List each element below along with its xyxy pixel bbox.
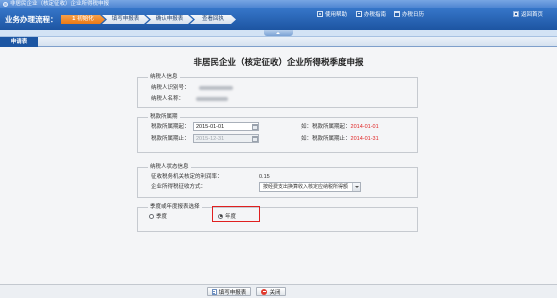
levy-method-label: 企业所得税征收方式： [151, 184, 207, 190]
taxpayer-name-label: 纳税人名称： [151, 96, 185, 102]
hint-example-date: 2014-01-31 [350, 136, 379, 142]
period-end-field [193, 134, 259, 143]
flow-label: 业务办理流程： [5, 15, 58, 24]
home-link-label: 返回首页 [521, 11, 544, 18]
form-title: 非居民企业（核定征收）企业所得税季度申报 [193, 57, 364, 67]
date-picker-icon[interactable] [252, 123, 258, 130]
calendar-icon [394, 10, 400, 17]
tab-bar: 申请表 [0, 37, 557, 47]
step-view-receipt[interactable]: 查看回执 [190, 15, 236, 24]
levy-method-select[interactable]: 按经费支出换算收入核定应纳税所得额 [259, 182, 361, 192]
fill-form-button-label: 填写申报表 [218, 289, 247, 296]
title-bar: 非居民企业（核定征收）企业所得税申报 [0, 0, 557, 8]
guide-link[interactable]: 办税指南 [356, 10, 387, 18]
period-start-field [193, 122, 259, 131]
period-start-input[interactable] [193, 122, 259, 131]
step-confirm-form[interactable]: 确认申报表 [146, 15, 193, 24]
group-legend: 纳税人信息 [148, 74, 180, 81]
step-initialize[interactable]: 1 初始化 [61, 15, 105, 24]
step-label: 填写申报表 [111, 16, 140, 22]
hint-example-date: 2014-01-01 [350, 124, 379, 130]
report-type-group: 季度或年度报表选择 季度 年度 [137, 204, 418, 232]
help-link[interactable]: 使用帮助 [317, 10, 348, 18]
app-icon [3, 1, 8, 7]
levy-method-selected: 按经费支出换算收入核定应纳税所得额 [263, 184, 349, 190]
step-label: 确认申报表 [155, 16, 184, 22]
hint-prefix: 如：税款所属期止： [301, 136, 351, 142]
profit-rate-label: 征收税务机关核定的利润率： [151, 174, 223, 180]
edit-icon [211, 288, 217, 295]
footer-bar: 填写申报表 关闭 [0, 284, 557, 298]
calendar-link-label: 办税日历 [402, 11, 425, 18]
chevron-down-icon[interactable] [352, 183, 360, 191]
calendar-link[interactable]: 办税日历 [394, 10, 425, 18]
fill-form-button[interactable]: 填写申报表 [207, 287, 251, 296]
highlight-box [212, 206, 260, 222]
tax-period-group: 税款所属期 税款所属期起： 如：税款所属期起：2014-01-01 税款所属期止… [137, 114, 418, 153]
taxpayer-id-value-redacted [199, 86, 233, 90]
close-button-label: 关闭 [269, 289, 281, 296]
window-title: 非居民企业（核定征收）企业所得税申报 [10, 1, 110, 7]
period-end-hint: 如：税款所属期止：2014-01-31 [301, 136, 379, 142]
step-label: 查看回执 [201, 16, 224, 22]
profit-rate-value: 0.15 [259, 174, 270, 180]
guide-icon [356, 10, 362, 17]
close-button[interactable]: 关闭 [256, 287, 286, 296]
help-link-label: 使用帮助 [325, 11, 348, 18]
taxpayer-id-label: 纳税人识别号： [151, 85, 190, 91]
home-icon [513, 10, 519, 17]
period-start-label: 税款所属期起： [151, 124, 190, 130]
step-label: 初始化 [77, 16, 94, 22]
radio-circle[interactable] [149, 213, 154, 219]
group-legend: 季度或年度报表选择 [148, 204, 202, 211]
chevron-up-icon [276, 31, 280, 34]
guide-link-label: 办税指南 [364, 11, 387, 18]
radio-quarterly[interactable]: 季度 [149, 212, 167, 220]
group-legend: 税款所属期 [148, 114, 180, 121]
period-end-input[interactable] [193, 134, 259, 143]
taxpayer-info-group: 纳税人信息 纳税人识别号： 纳税人名称： [137, 74, 418, 108]
close-icon [261, 288, 268, 295]
status-info-group: 纳税人状态信息 征收税务机关核定的利润率： 0.15 企业所得税征收方式： 按经… [137, 164, 418, 198]
header-bar: 业务办理流程： 1 初始化 填写申报表 确认申报表 查看回执 使用帮助 办税指南 … [0, 8, 557, 30]
taxpayer-name-value-redacted [196, 97, 228, 101]
radio-label: 季度 [156, 214, 168, 220]
period-end-label: 税款所属期止： [151, 136, 190, 142]
group-legend: 纳税人状态信息 [148, 164, 191, 171]
help-icon [317, 10, 323, 17]
tab-application-form[interactable]: 申请表 [0, 37, 38, 47]
collapse-toggle[interactable] [264, 30, 293, 36]
period-start-hint: 如：税款所属期起：2014-01-01 [301, 124, 379, 130]
hint-prefix: 如：税款所属期起： [301, 124, 351, 130]
date-picker-icon[interactable] [252, 135, 258, 142]
step-number: 1 [72, 16, 76, 22]
home-link[interactable]: 返回首页 [513, 10, 544, 18]
step-fill-form[interactable]: 填写申报表 [102, 15, 149, 24]
